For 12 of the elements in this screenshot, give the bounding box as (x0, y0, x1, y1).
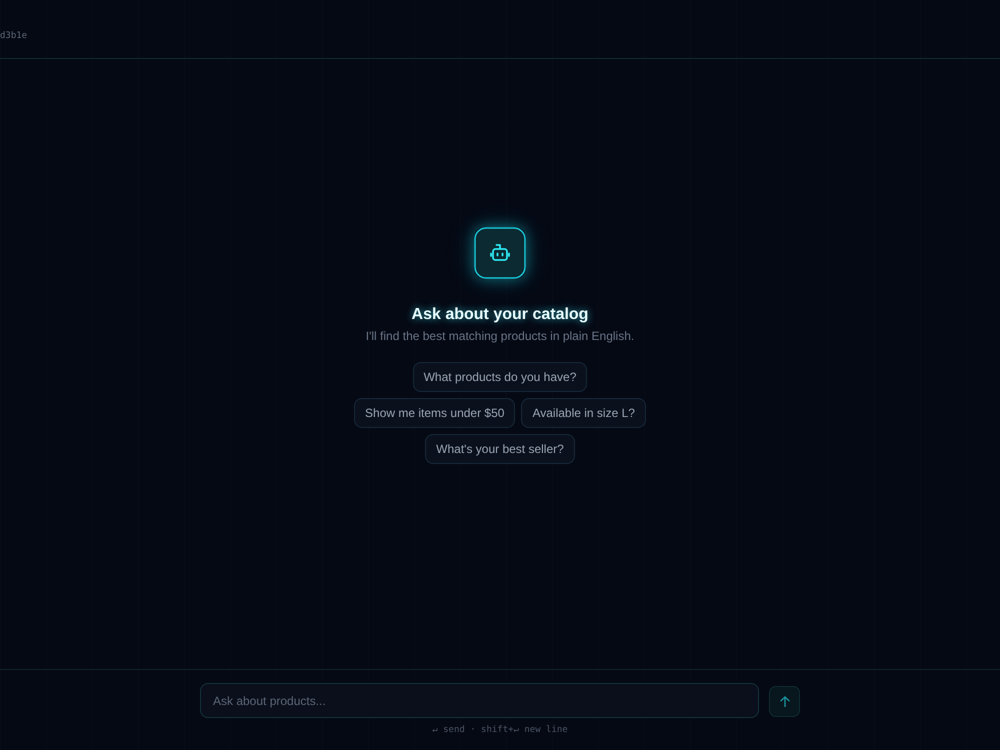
session-id: d3b1e (0, 30, 28, 41)
arrow-up-icon (780, 696, 790, 707)
suggestion-chip[interactable]: What products do you have? (412, 362, 588, 392)
suggestion-chip[interactable]: Available in size L? (521, 398, 646, 428)
keyboard-hint: ↵ send · shift+↵ new line (432, 724, 568, 736)
message-input[interactable]: Ask about products... (200, 683, 759, 718)
suggestion-chip[interactable]: Show me items under $50 (354, 398, 516, 428)
empty-state-subtitle: I'll find the best matching products in plain English. (366, 328, 634, 344)
suggestion-chip[interactable]: What's your best seller? (425, 434, 575, 464)
empty-state-title: Ask about your catalog (412, 305, 588, 325)
send-button[interactable] (769, 686, 800, 717)
robot-icon (474, 227, 526, 279)
